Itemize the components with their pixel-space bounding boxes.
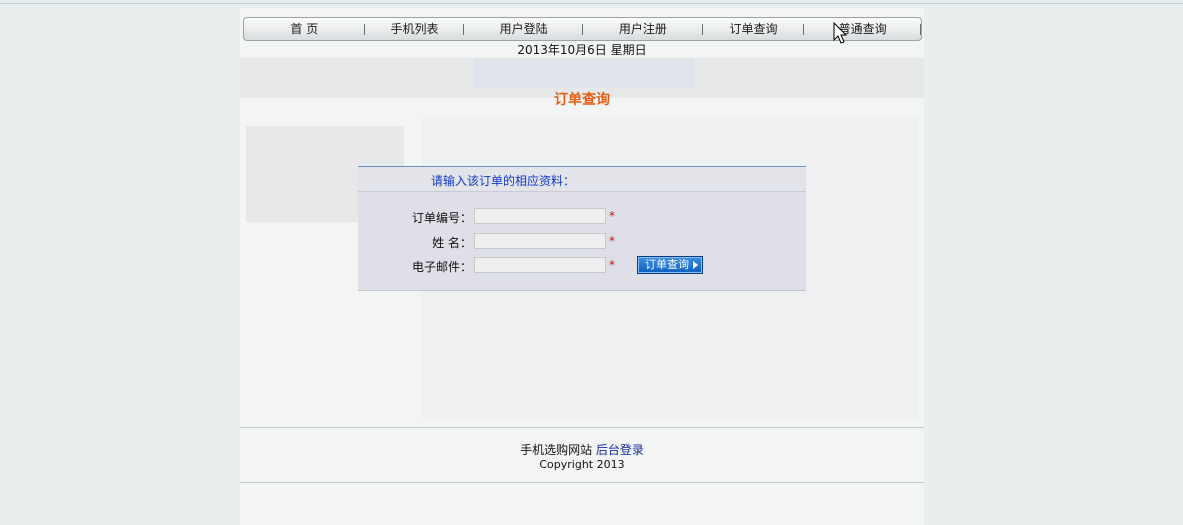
required-mark: * (609, 234, 615, 248)
nav-item-general-query[interactable]: 普通查询 (804, 18, 921, 40)
play-arrow-icon (693, 261, 698, 269)
page-title: 订单查询 (554, 92, 610, 108)
email-label: 电子邮件： (411, 260, 472, 274)
nav-item-user-register[interactable]: 用户注册 (583, 18, 703, 40)
footer-site-name: 手机选购网站 (520, 443, 593, 457)
name-input[interactable] (474, 233, 606, 249)
form-header: 请输入该订单的相应资料： (358, 167, 806, 192)
footer-links: 手机选购网站 后台登录 (240, 441, 924, 458)
top-border-line (0, 3, 1183, 4)
order-number-label: 订单编号： (411, 211, 472, 225)
email-input[interactable] (474, 257, 606, 273)
order-number-input[interactable] (474, 208, 606, 224)
bg-texture (474, 58, 694, 88)
order-query-button[interactable]: 订单查询 (637, 256, 703, 274)
footer-divider (240, 427, 924, 428)
main-nav-bar: 首 页 手机列表 用户登陆 用户注册 订单查询 普通查询 (243, 17, 922, 41)
mouse-cursor-icon (833, 22, 848, 44)
current-date: 2013年10月6日 星期日 (517, 43, 647, 57)
order-query-button-label: 订单查询 (645, 258, 689, 271)
required-mark: * (609, 209, 615, 223)
nav-item-user-login[interactable]: 用户登陆 (464, 18, 583, 40)
required-mark: * (609, 258, 615, 272)
footer-divider (240, 482, 924, 483)
copyright-text: Copyright 2013 (539, 458, 625, 471)
nav-item-order-query[interactable]: 订单查询 (703, 18, 805, 40)
nav-item-phone-list[interactable]: 手机列表 (365, 18, 465, 40)
order-query-form: 请输入该订单的相应资料： 订单编号： * 姓 名： * 电子邮件： * 订单查询 (358, 166, 806, 291)
name-label: 姓 名： (432, 236, 472, 250)
form-heading: 请输入该订单的相应资料： (431, 174, 576, 188)
admin-login-link[interactable]: 后台登录 (596, 443, 644, 457)
nav-item-home[interactable]: 首 页 (244, 18, 365, 40)
